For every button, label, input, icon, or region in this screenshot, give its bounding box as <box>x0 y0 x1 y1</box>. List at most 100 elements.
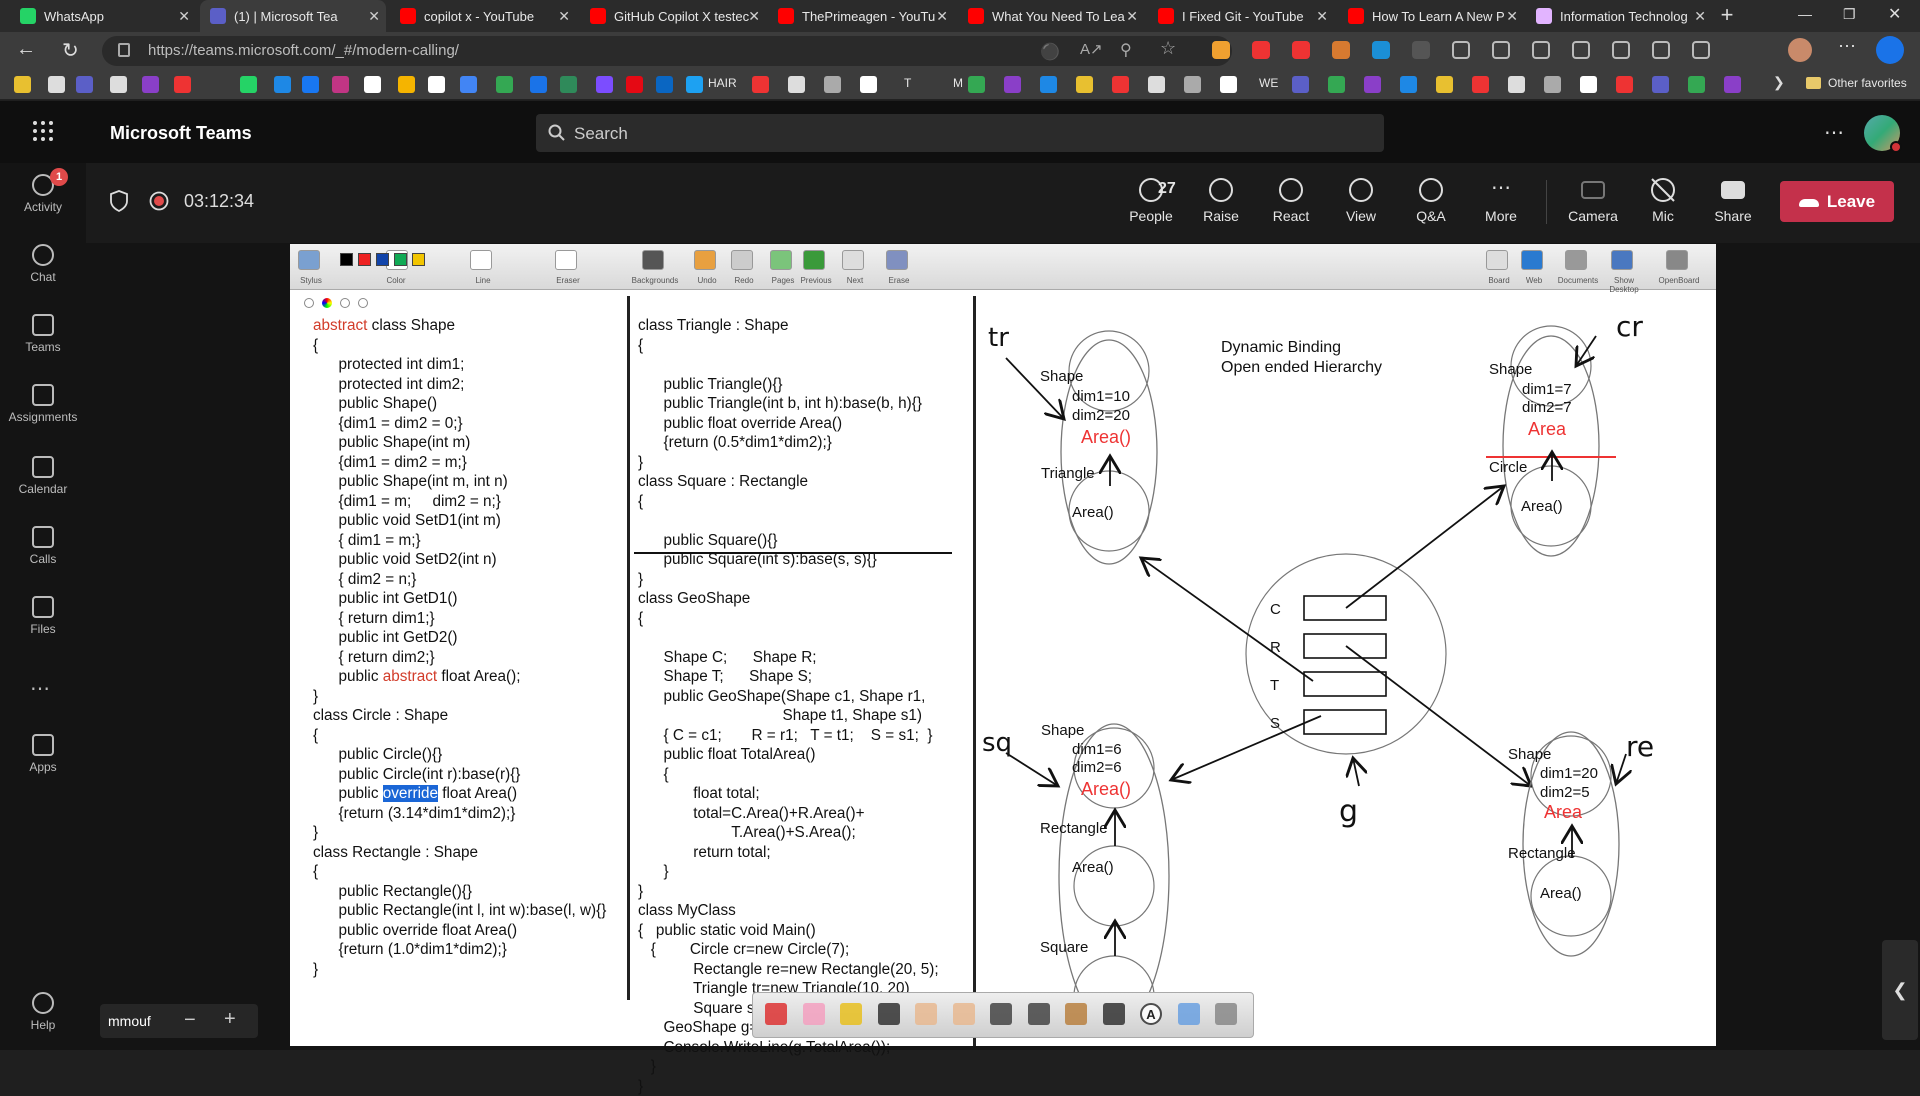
color-swatch[interactable] <box>412 253 425 266</box>
call-qa-button[interactable]: Q&A <box>1396 176 1466 224</box>
wb-tool-icon[interactable] <box>470 250 492 270</box>
bookmark-icon[interactable] <box>1580 76 1597 93</box>
browser-tab[interactable]: What You Need To Lea✕ <box>958 0 1144 32</box>
collapse-panel-button[interactable]: ❮ <box>1882 940 1918 1040</box>
bookmark-icon[interactable] <box>76 76 93 93</box>
bookmark-icon[interactable] <box>1472 76 1489 93</box>
extension-icon[interactable] <box>1452 41 1470 59</box>
wb-tool-icon[interactable] <box>1565 250 1587 270</box>
extension-icon[interactable] <box>1412 41 1430 59</box>
bookmark-m[interactable]: M <box>953 76 963 90</box>
color-swatch[interactable] <box>340 253 353 266</box>
bookmark-icon[interactable] <box>1724 76 1741 93</box>
bookmark-icon[interactable] <box>302 76 319 93</box>
call-mic-button[interactable]: Mic <box>1628 176 1698 224</box>
bookmark-t[interactable]: T <box>904 76 911 90</box>
bookmark-icon[interactable] <box>1328 76 1345 93</box>
bookmarks-chevron-icon[interactable]: ❯ <box>1773 74 1785 91</box>
rail-more-icon[interactable]: ⋯ <box>30 676 50 701</box>
restore-button[interactable]: ❐ <box>1843 6 1856 23</box>
rail-calls[interactable]: Calls <box>0 526 86 566</box>
bookmark-icon[interactable] <box>1148 76 1165 93</box>
bookmark-icon[interactable] <box>824 76 841 93</box>
rail-help[interactable]: Help <box>0 992 86 1032</box>
bookmark-icon[interactable] <box>1436 76 1453 93</box>
search-box[interactable]: Search <box>536 114 1384 152</box>
bookmark-we[interactable]: WE <box>1259 76 1278 90</box>
extension-icon[interactable] <box>1372 41 1390 59</box>
bookmark-icon[interactable] <box>1400 76 1417 93</box>
draw-tool-icon[interactable] <box>1103 1003 1125 1025</box>
rail-teams[interactable]: Teams <box>0 314 86 354</box>
profile-avatar[interactable] <box>1788 38 1812 62</box>
tab-close-icon[interactable]: ✕ <box>1316 8 1328 25</box>
bookmark-icon[interactable] <box>1652 76 1669 93</box>
extension-icon[interactable] <box>1252 41 1270 59</box>
call-view-button[interactable]: View <box>1326 176 1396 224</box>
color-swatch[interactable] <box>358 253 371 266</box>
bookmark-icon[interactable] <box>1508 76 1525 93</box>
extension-icon[interactable] <box>1612 41 1630 59</box>
extension-icon[interactable] <box>1572 41 1590 59</box>
bookmark-icon[interactable] <box>1184 76 1201 93</box>
bookmark-icon[interactable] <box>860 76 877 93</box>
back-icon[interactable]: ← <box>16 38 36 61</box>
bookmark-icon[interactable] <box>1364 76 1381 93</box>
zoom-in-button[interactable]: + <box>224 1008 236 1031</box>
draw-tool-icon[interactable] <box>1028 1003 1050 1025</box>
bookmark-icon[interactable] <box>398 76 415 93</box>
draw-tool-icon[interactable] <box>878 1003 900 1025</box>
call-more-button[interactable]: ⋯More <box>1466 176 1536 224</box>
bookmark-icon[interactable] <box>656 76 673 93</box>
leave-button[interactable]: Leave <box>1780 181 1894 222</box>
browser-tab[interactable]: (1) | Microsoft Tea✕ <box>200 0 386 32</box>
browser-tab[interactable]: How To Learn A New P✕ <box>1338 0 1524 32</box>
zoom-out-button[interactable]: − <box>184 1009 196 1032</box>
minimize-button[interactable]: — <box>1798 6 1812 22</box>
bookmark-icon[interactable] <box>14 76 31 93</box>
wb-tool-icon[interactable] <box>298 250 320 270</box>
wb-tool-icon[interactable] <box>555 250 577 270</box>
wb-tool-icon[interactable] <box>842 250 864 270</box>
teams-more-icon[interactable]: ⋯ <box>1824 120 1844 145</box>
tab-close-icon[interactable]: ✕ <box>178 8 190 25</box>
draw-tool-icon[interactable] <box>1178 1003 1200 1025</box>
bookmark-icon[interactable] <box>1688 76 1705 93</box>
call-people-button[interactable]: 27People <box>1116 176 1186 224</box>
address-bar[interactable]: https://teams.microsoft.com/_#/modern-ca… <box>102 36 1232 66</box>
tab-close-icon[interactable]: ✕ <box>748 8 760 25</box>
call-raise-button[interactable]: Raise <box>1186 176 1256 224</box>
bookmark-icon[interactable] <box>1004 76 1021 93</box>
read-aloud-icon[interactable]: A↗ <box>1080 40 1103 58</box>
browser-tab[interactable]: Information Technolog✕ <box>1526 0 1712 32</box>
tab-close-icon[interactable]: ✕ <box>936 8 948 25</box>
bookmark-icon[interactable] <box>1292 76 1309 93</box>
browser-tab[interactable]: I Fixed Git - YouTube✕ <box>1148 0 1334 32</box>
tab-close-icon[interactable]: ✕ <box>368 8 380 25</box>
bookmark-icon[interactable] <box>626 76 643 93</box>
other-favorites[interactable]: Other favorites <box>1828 76 1907 90</box>
bookmark-icon[interactable] <box>1544 76 1561 93</box>
extension-icon[interactable] <box>1532 41 1550 59</box>
bookmark-icon[interactable] <box>174 76 191 93</box>
wb-tool-icon[interactable] <box>731 250 753 270</box>
tab-close-icon[interactable]: ✕ <box>1694 8 1706 25</box>
browser-tab[interactable]: GitHub Copilot X testec✕ <box>580 0 766 32</box>
mic-address-icon[interactable]: ⚫ <box>1040 42 1060 62</box>
tab-close-icon[interactable]: ✕ <box>1506 8 1518 25</box>
browser-tab[interactable]: WhatsApp✕ <box>10 0 196 32</box>
wb-tool-icon[interactable] <box>770 250 792 270</box>
wb-tool-icon[interactable] <box>1666 250 1688 270</box>
wb-tool-icon[interactable] <box>1486 250 1508 270</box>
bookmark-icon[interactable] <box>1616 76 1633 93</box>
wb-tool-icon[interactable] <box>694 250 716 270</box>
bookmark-icon[interactable] <box>110 76 127 93</box>
bookmark-icon[interactable] <box>1040 76 1057 93</box>
draw-tool-icon[interactable] <box>990 1003 1012 1025</box>
bookmark-icon[interactable] <box>1220 76 1237 93</box>
color-swatch[interactable] <box>376 253 389 266</box>
bookmark-icon[interactable] <box>1076 76 1093 93</box>
bookmark-icon[interactable] <box>686 76 703 93</box>
extension-icon[interactable] <box>1332 41 1350 59</box>
bookmark-icon[interactable] <box>48 76 65 93</box>
